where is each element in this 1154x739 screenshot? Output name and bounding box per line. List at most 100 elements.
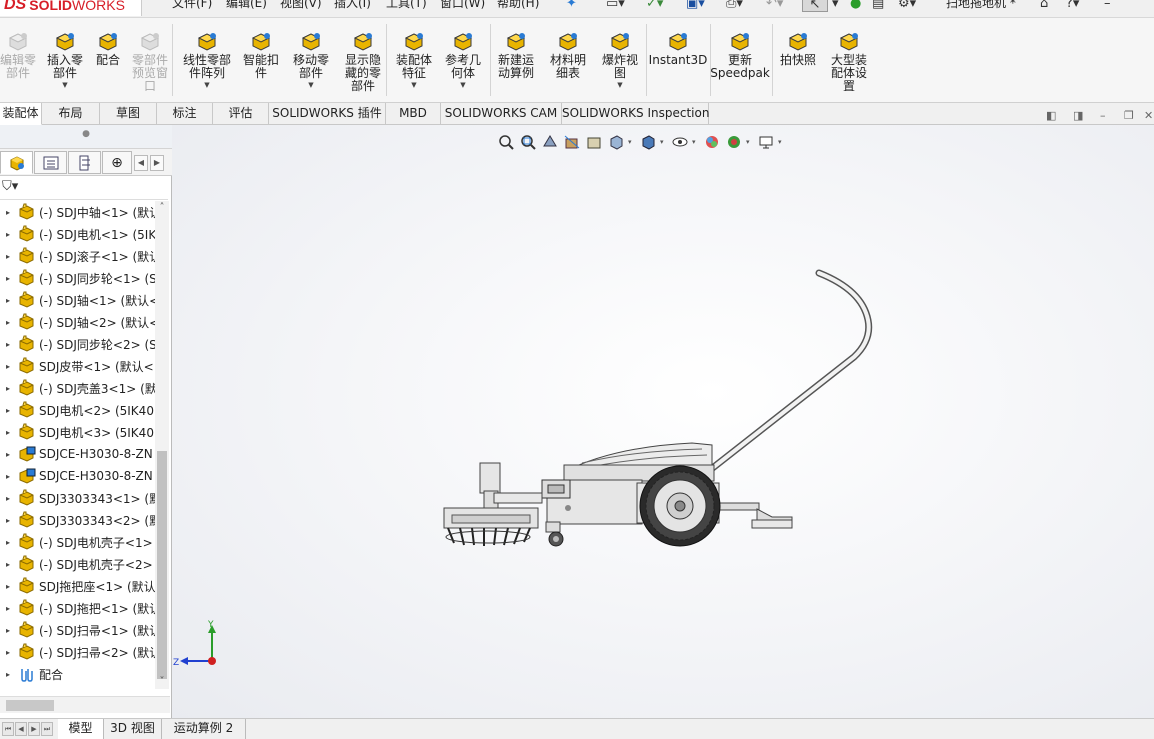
last-tab-icon[interactable]: ⏭ [41,722,53,736]
feature-manager-tab[interactable] [0,151,33,174]
tab-sketch[interactable]: 草图 [100,103,157,125]
command-linear-pattern-button[interactable]: 线性零部 件阵列 ▼ [176,18,238,103]
scroll-thumb[interactable] [157,451,167,679]
panel-resize-handle[interactable]: ● [0,125,172,149]
command-show-hidden-button[interactable]: 显示隐 藏的零 部件 [338,18,388,103]
tree-item[interactable]: ▸ SDJ拖把座<1> (默认 [0,575,155,597]
expand-arrow-icon[interactable]: ▸ [0,648,16,657]
rebuild-icon[interactable]: ● [850,0,861,11]
save-icon[interactable]: ▣▾ [686,0,705,11]
expand-arrow-icon[interactable]: ▸ [0,582,16,591]
command-dropdown-icon[interactable]: ▼ [617,81,622,89]
mop-arm[interactable] [716,502,793,529]
tree-item[interactable]: ▸ (-) SDJ中轴<1> (默认 [0,201,155,223]
tree-item[interactable]: ▸ (-) SDJ壳盖3<1> (默 [0,377,155,399]
tree-item[interactable]: ▸ (-) SDJ轴<2> (默认< [0,311,155,333]
print-icon[interactable]: ⎙▾ [726,0,743,11]
options-gear-icon[interactable]: ⚙▾ [898,0,916,11]
caster-wheel[interactable] [545,521,564,547]
tab-model[interactable]: 模型 [58,719,104,739]
open-icon[interactable]: ✓▾ [646,0,663,11]
graphics-area[interactable]: ▾ ▾ ▾ ▾ ▾ Y Z [172,125,1154,718]
expand-arrow-icon[interactable]: ▸ [0,604,16,613]
tree-item[interactable]: ▸ SDJ皮带<1> (默认<< [0,355,155,377]
command-assembly-features-button[interactable]: 装配体 特征 ▼ [390,18,438,103]
hscroll-thumb[interactable] [6,700,54,711]
filter-icon[interactable]: ⛉▾ [2,179,18,194]
tree-filter[interactable]: ⛉▾ [0,176,168,200]
tree-item[interactable]: ▸ SDJ3303343<2> (默 [0,509,155,531]
undo-icon[interactable]: ↶▾ [766,0,783,11]
command-dropdown-icon[interactable]: ▼ [411,81,416,89]
doc-minimize-icon[interactable]: – [1100,109,1106,122]
command-snapshot-button[interactable]: 拍快照 [776,18,820,103]
handle[interactable] [706,269,873,474]
expand-arrow-icon[interactable]: ▸ [0,494,16,503]
tree-item[interactable]: ▸ (-) SDJ电机壳子<1> [0,531,155,553]
expand-arrow-icon[interactable]: ▸ [0,626,16,635]
doc-close-icon[interactable]: ✕ [1144,109,1153,122]
file-properties-icon[interactable]: ▤ [872,0,884,11]
minimize-window-icon[interactable]: – [1104,0,1111,11]
expand-arrow-icon[interactable]: ▸ [0,362,16,371]
tab-layout[interactable]: 布局 [42,103,100,125]
tree-item[interactable]: ▸ SDJ电机<3> (5IK40 [0,421,155,443]
tree-item[interactable]: ▸ SDJ3303343<1> (默 [0,487,155,509]
menu-edit[interactable]: 编辑(E) [226,0,267,11]
tree-item[interactable]: ▸ SDJCE-H3030-8-ZN [0,443,155,465]
tree-item[interactable]: ▸ (-) SDJ电机壳子<2> [0,553,155,575]
menu-insert[interactable]: 插入(I) [334,0,371,11]
expand-arrow-icon[interactable]: ▸ [0,516,16,525]
expand-arrow-icon[interactable]: ▸ [0,230,16,239]
tab-motion-study[interactable]: 运动算例 2 [162,719,246,739]
tab-cam[interactable]: SOLIDWORKS CAM [441,103,562,125]
next-tab-icon[interactable]: ▶ [28,722,40,736]
first-tab-icon[interactable]: ⏮ [2,722,14,736]
tab-evaluate[interactable]: 评估 [213,103,269,125]
tab-inspection[interactable]: SOLIDWORKS Inspection [562,103,709,125]
expand-arrow-icon[interactable]: ▸ [0,318,16,327]
command-dropdown-icon[interactable]: ▼ [62,81,67,89]
expand-arrow-icon[interactable]: ▸ [0,450,16,459]
help-question-icon[interactable]: ?▾ [1066,0,1079,11]
tab-mbd[interactable]: MBD [386,103,441,125]
command-smart-fasteners-button[interactable]: 智能扣 件 [238,18,284,103]
expand-arrow-icon[interactable]: ▸ [0,274,16,283]
tree-item[interactable]: ▸ (-) SDJ扫帚<2> (默认 [0,641,155,663]
scroll-up-icon[interactable]: ˄ [155,201,169,215]
expand-arrow-icon[interactable]: ▸ [0,670,16,679]
command-mate-button[interactable]: 配合 [90,18,126,103]
command-move-component-button[interactable]: 移动零 部件 ▼ [286,18,336,103]
tabs-scroll-right-icon[interactable]: ▶ [150,155,164,171]
menu-window[interactable]: 窗口(W) [440,0,485,11]
command-preview-window-button[interactable]: 零部件 预览窗 口 [126,18,174,103]
command-instant3d-button[interactable]: Instant3D [648,18,708,103]
scroll-down-icon[interactable]: ˅ [155,675,169,689]
command-dropdown-icon[interactable]: ▼ [204,81,209,89]
rear-wheel[interactable] [639,465,721,547]
dimxpert-tab[interactable]: ⊕ [102,151,132,174]
new-document-icon[interactable]: ▭▾ [606,0,625,11]
tabs-scroll-left-icon[interactable]: ◀ [134,155,148,171]
tab-assembly[interactable]: 装配体 [0,103,42,125]
command-large-assembly-button[interactable]: 大型装 配体设 置 [824,18,874,103]
expand-arrow-icon[interactable]: ▸ [0,208,16,217]
expand-arrow-icon[interactable]: ▸ [0,384,16,393]
pin-icon[interactable]: ✦ [566,0,577,11]
brush-head[interactable] [443,507,539,546]
expand-arrow-icon[interactable]: ▸ [0,340,16,349]
tree-item[interactable]: ▸ (-) SDJ扫帚<1> (默认 [0,619,155,641]
tree-item[interactable]: ▸ (-) SDJ拖把<1> (默认 [0,597,155,619]
select-cursor-icon[interactable]: ↖ [802,0,828,12]
tree-item[interactable]: ▸ SDJCE-H3030-8-ZN [0,465,155,487]
solidworks-logo[interactable]: DS SOLID WORKS [0,0,142,16]
command-bill-of-materials-button[interactable]: 材料明 细表 [544,18,592,103]
tree-item[interactable]: ▸ (-) SDJ滚子<1> (默认 [0,245,155,267]
sweeper-assembly-model[interactable] [172,125,1154,718]
tree-item[interactable]: ▸ 配合 [0,663,155,685]
tree-item[interactable]: ▸ (-) SDJ同步轮<1> (S [0,267,155,289]
menu-file[interactable]: 文件(F) [172,0,212,11]
expand-arrow-icon[interactable]: ▸ [0,538,16,547]
command-exploded-view-button[interactable]: 爆炸视 图 ▼ [596,18,644,103]
property-manager-tab[interactable] [34,151,67,174]
